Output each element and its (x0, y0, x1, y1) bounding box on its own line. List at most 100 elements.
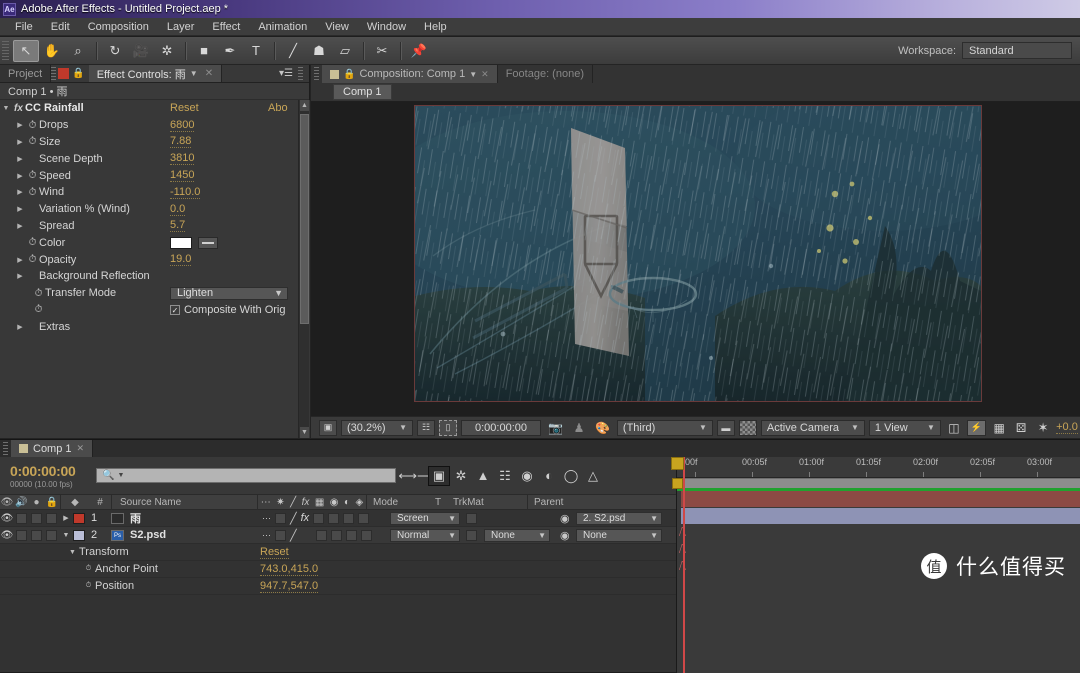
stopwatch-icon[interactable]: ⏱ (26, 237, 39, 248)
menu-item-file[interactable]: File (6, 19, 42, 35)
three-d-layer-icon[interactable]: ◈ (355, 497, 363, 508)
stopwatch-icon[interactable]: ⏱ (26, 170, 39, 181)
eraser-tool[interactable]: ▱ (332, 40, 358, 62)
stopwatch-icon[interactable]: ⏱ (82, 582, 95, 590)
twirl-right-icon[interactable]: ▶ (14, 272, 26, 280)
collapse-transformations-icon[interactable]: ✷ (276, 497, 284, 508)
region-of-interest-toggle-icon[interactable]: ▬ (716, 419, 735, 436)
blend-mode-selector[interactable]: Screen ▼ (390, 511, 460, 525)
panel-grip[interactable] (51, 66, 57, 81)
tab-project[interactable]: Project (0, 65, 52, 82)
choose-grid-guides-icon[interactable]: ☷ (417, 419, 435, 436)
layer-duration-bar[interactable] (681, 508, 1080, 524)
menu-item-composition[interactable]: Composition (79, 19, 158, 35)
shy-toggle[interactable]: ⋯ (262, 513, 271, 524)
mode-header[interactable]: Mode (367, 495, 427, 510)
effect-property-value[interactable]: 3810 (170, 152, 195, 166)
label-icon[interactable]: ◆ (61, 495, 89, 510)
lock-toggle[interactable] (46, 529, 57, 541)
tab-footage[interactable]: Footage: (none) (497, 65, 593, 83)
effect-property-row[interactable]: ▶ Background Reflection (0, 268, 310, 285)
frame-blend-toggle[interactable] (315, 529, 327, 541)
three-d-toggle[interactable] (360, 529, 372, 541)
always-preview-icon[interactable]: ▣ (319, 419, 337, 436)
chevron-down-icon[interactable]: ▼ (117, 472, 124, 479)
quality-toggle[interactable]: ╱ (290, 512, 297, 525)
collapse-toggle[interactable] (275, 529, 286, 541)
frame-blend-icon[interactable]: ▦ (315, 497, 324, 508)
views-selector[interactable]: 1 View ▼ (868, 419, 941, 436)
quality-toggle[interactable]: ╱ (290, 529, 297, 542)
pan-behind-tool[interactable]: ✲ (154, 40, 180, 62)
stopwatch-icon[interactable]: ⏱ (32, 304, 45, 315)
property-value[interactable]: 743.0,415.0 (260, 563, 319, 576)
search-input[interactable] (127, 469, 395, 482)
property-value[interactable]: Reset (260, 546, 289, 559)
composition-viewer[interactable] (311, 102, 1080, 404)
puppet-pin-tool[interactable]: 📌 (406, 40, 432, 62)
stopwatch-icon[interactable]: ⏱ (26, 136, 39, 147)
comp-breadcrumb-tab[interactable]: Comp 1 (333, 84, 392, 100)
twirl-right-icon[interactable]: ▶ (14, 323, 26, 331)
composition-canvas[interactable] (413, 105, 982, 402)
comp-flowchart-icon[interactable]: ⚄ (1012, 420, 1030, 436)
current-time-display[interactable]: 0:00:00:00 00000 (10.00 fps) (0, 463, 96, 489)
source-name-header[interactable]: Source Name (112, 495, 257, 510)
frame-blending-icon[interactable]: ▲ (472, 466, 494, 486)
shy-icon[interactable]: ⋯ (261, 497, 271, 508)
take-snapshot-icon[interactable]: 📷 (545, 420, 566, 436)
adjustment-layer-icon[interactable]: ◐ (344, 497, 350, 508)
effect-property-value[interactable]: 7.88 (170, 135, 192, 149)
chevron-down-icon[interactable]: ▼ (469, 70, 477, 79)
show-channel-icon[interactable]: 🎨 (592, 420, 613, 436)
layer-duration-bar[interactable] (681, 491, 1080, 507)
parent-pickwhip-icon[interactable]: ◉ (560, 512, 570, 525)
time-ruler[interactable]: 00f 00:05f 01:00f 01:05f 02:00f 02:05f 03:00f (677, 457, 1080, 478)
rotation-tool[interactable]: ↻ (102, 40, 128, 62)
effect-property-row[interactable]: ▶ Spread 5.7 (0, 218, 310, 235)
close-icon[interactable]: ✕ (77, 443, 85, 454)
effect-property-value[interactable]: -110.0 (170, 186, 201, 199)
effect-property-row[interactable]: ▶ Extras (0, 318, 310, 335)
twirl-right-icon[interactable]: ▶ (14, 155, 26, 163)
viewer-timecode[interactable]: 0:00:00:00 (461, 419, 541, 436)
toggle-transparency-grid-icon[interactable] (738, 419, 757, 436)
composite-with-original-checkbox[interactable]: ✓ Composite With Orig (170, 304, 285, 316)
blend-mode-selector[interactable]: Normal ▼ (390, 528, 460, 542)
brush-tool[interactable]: ╱ (280, 40, 306, 62)
motion-blur-toggle[interactable] (328, 512, 340, 524)
pen-tool[interactable]: ✒ (217, 40, 243, 62)
effects-toggle[interactable]: fx (301, 512, 310, 524)
clone-stamp-tool[interactable]: ☗ (306, 40, 332, 62)
stopwatch-icon[interactable]: ⏱ (26, 120, 39, 131)
exposure-icon[interactable]: ✶ (1034, 420, 1052, 436)
stopwatch-icon[interactable]: ⏱ (26, 254, 39, 265)
current-time-indicator[interactable] (683, 457, 685, 673)
effect-property-row[interactable]: ▶ ⏱ Opacity 19.0 (0, 251, 310, 268)
adjustment-toggle[interactable] (343, 512, 355, 524)
audio-toggle[interactable] (16, 529, 27, 541)
twirl-right-icon[interactable]: ▶ (59, 514, 73, 522)
twirl-down-icon[interactable]: ▼ (66, 549, 79, 556)
cti-handle[interactable] (672, 478, 683, 489)
motion-blur-toggle[interactable] (330, 529, 342, 541)
scrollbar-thumb[interactable] (300, 114, 309, 324)
track-matte-selector[interactable]: None ▼ (484, 528, 550, 542)
live-update-icon[interactable]: △ (582, 466, 604, 486)
effect-property-row[interactable]: ▶ ⏱ Drops 6800 (0, 117, 310, 134)
tab-timeline-comp[interactable]: Comp 1 ✕ (11, 440, 94, 457)
solo-toggle[interactable] (31, 512, 42, 524)
effect-property-row[interactable]: ⏱ Color (0, 234, 310, 251)
work-area-bar[interactable] (677, 478, 1080, 488)
menu-item-window[interactable]: Window (358, 19, 415, 35)
brainstorm-icon[interactable]: ◉ (516, 466, 538, 486)
effect-property-row[interactable]: ▶ ⏱ Size 7.88 (0, 134, 310, 151)
effect-property-row[interactable]: ⏱ Transfer Mode Lighten ▼ (0, 285, 310, 302)
draft-3d-icon[interactable]: ▣ (428, 465, 450, 486)
menu-item-help[interactable]: Help (415, 19, 456, 35)
tab-effect-controls[interactable]: Effect Controls: 雨 ▼ ✕ (88, 65, 223, 82)
fast-previews-icon[interactable]: ⚡ (966, 419, 987, 436)
panel-grip-right[interactable] (298, 66, 303, 81)
effects-icon[interactable]: fx (302, 497, 310, 508)
camera-selector[interactable]: Active Camera ▼ (760, 419, 865, 436)
